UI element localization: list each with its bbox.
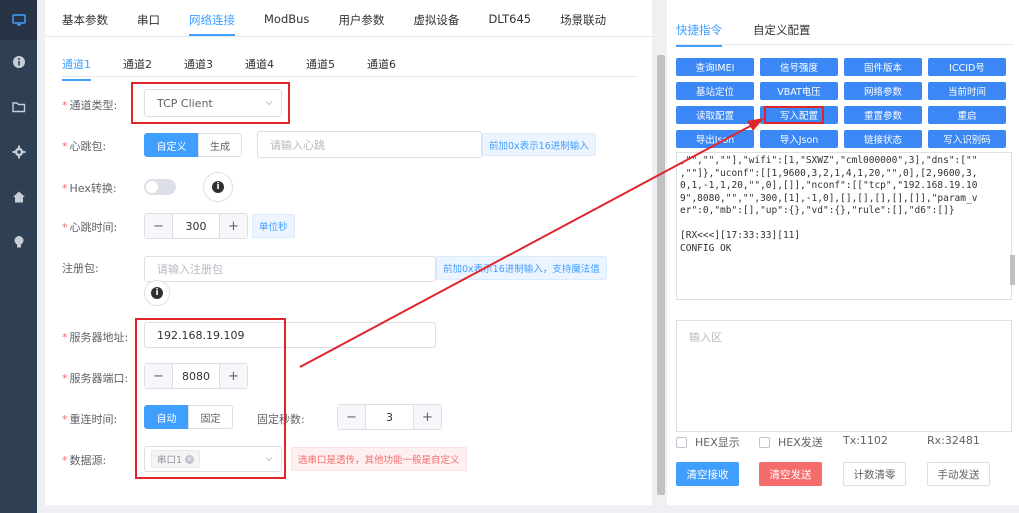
datasource-label: * 数据源: <box>62 454 107 467</box>
manual-send-button[interactable]: 手动发送 <box>927 462 990 486</box>
nav-folder[interactable] <box>0 87 37 127</box>
heartbeat-input[interactable]: 请输入心跳 <box>257 131 482 158</box>
sidebar <box>0 0 37 513</box>
heartbeat-generate-button[interactable]: 生成 <box>198 133 242 157</box>
tab-channel-5[interactable]: 通道5 <box>306 56 335 81</box>
rx-count: Rx:32481 <box>927 434 980 447</box>
heartbeat-time-stepper[interactable]: − 300 + <box>144 213 248 239</box>
reset-count-button[interactable]: 计数清零 <box>843 462 906 486</box>
divider <box>676 44 1014 45</box>
reconnect-label: * 重连时间: <box>62 413 118 426</box>
annotation-box <box>135 318 286 479</box>
hex-send-label: HEX发送 <box>778 436 823 449</box>
increment-button[interactable]: + <box>413 405 441 429</box>
fixed-seconds-value: 3 <box>386 410 393 424</box>
home-icon <box>12 191 25 203</box>
tab-dlt645[interactable]: DLT645 <box>488 12 531 36</box>
tab-user-params[interactable]: 用户参数 <box>338 12 384 36</box>
gear-icon <box>12 145 25 159</box>
cmd-reboot[interactable]: 重启 <box>928 106 1006 124</box>
top-tabs: 基本参数 串口 网络连接 ModBus 用户参数 虚拟设备 DLT645 场景联… <box>62 12 635 36</box>
tab-channel-6[interactable]: 通道6 <box>367 56 396 81</box>
increment-button[interactable]: + <box>219 214 247 238</box>
cmd-firmware-version[interactable]: 固件版本 <box>844 58 922 76</box>
cmd-iccid[interactable]: ICCID号 <box>928 58 1006 76</box>
heartbeat-custom-button[interactable]: 自定义 <box>144 133 199 157</box>
hex-info-button[interactable]: i <box>203 172 233 202</box>
monitor-icon <box>11 14 26 26</box>
config-panel: 基本参数 串口 网络连接 ModBus 用户参数 虚拟设备 DLT645 场景联… <box>45 0 652 505</box>
tab-channel-4[interactable]: 通道4 <box>245 56 274 81</box>
annotation-box <box>131 82 290 124</box>
tab-scene-linkage[interactable]: 场景联动 <box>560 12 606 36</box>
tab-modbus[interactable]: ModBus <box>264 12 309 36</box>
heartbeat-time-unit: 单位秒 <box>252 214 295 238</box>
cmd-import-json[interactable]: 导入Json <box>760 130 838 148</box>
heartbeat-time-label: * 心跳时间: <box>62 221 118 234</box>
console-output: ,"","",""],"wifi":[1,"SXWZ","cml000000",… <box>676 152 1012 300</box>
checkbox-box <box>676 436 687 448</box>
input-area[interactable]: 输入区 <box>676 320 1012 432</box>
hex-label: * Hex转换: <box>62 182 117 195</box>
nav-home[interactable] <box>0 177 37 217</box>
command-panel: 快捷指令 自定义配置 查询IMEI 信号强度 固件版本 ICCID号 基站定位 … <box>667 0 1019 505</box>
info-icon <box>12 56 25 68</box>
tab-serial[interactable]: 串口 <box>137 12 160 36</box>
cmd-cell-location[interactable]: 基站定位 <box>676 82 754 100</box>
register-input[interactable]: 请输入注册包 <box>144 256 436 282</box>
cmd-vbat-voltage[interactable]: VBAT电压 <box>760 82 838 100</box>
channel-type-label: * 通道类型: <box>62 99 118 112</box>
annotation-box <box>764 106 824 124</box>
hex-toggle[interactable] <box>144 179 176 195</box>
heartbeat-time-value: 300 <box>185 219 207 233</box>
console-scrollbar[interactable] <box>1010 255 1015 285</box>
command-grid: 查询IMEI 信号强度 固件版本 ICCID号 基站定位 VBAT电压 网络参数… <box>676 58 1006 148</box>
cmd-reset-params[interactable]: 重置参数 <box>844 106 922 124</box>
tab-virtual-device[interactable]: 虚拟设备 <box>413 12 459 36</box>
cmd-export-json[interactable]: 导出Json <box>676 130 754 148</box>
clear-receive-button[interactable]: 清空接收 <box>676 462 739 486</box>
hex-send-checkbox[interactable]: HEX发送 <box>759 434 823 450</box>
nav-info[interactable] <box>0 42 37 82</box>
clear-send-button[interactable]: 清空发送 <box>759 462 822 486</box>
nav-monitor[interactable] <box>0 0 37 40</box>
checkbox-box <box>759 436 770 448</box>
channel-tabs: 通道1 通道2 通道3 通道4 通道5 通道6 <box>62 56 428 81</box>
tab-basic-params[interactable]: 基本参数 <box>62 12 108 36</box>
heartbeat-label: * 心跳包: <box>62 140 107 153</box>
cmd-current-time[interactable]: 当前时间 <box>928 82 1006 100</box>
hex-display-checkbox[interactable]: HEX显示 <box>676 434 740 450</box>
register-tip: 前加0x表示16进制输入，支持魔法值 <box>436 256 607 280</box>
decrement-button[interactable]: − <box>338 405 366 429</box>
register-label: 注册包: <box>62 262 99 275</box>
decrement-button[interactable]: − <box>145 214 173 238</box>
heartbeat-tip: 前加0x表示16进制输入 <box>482 133 596 156</box>
cmd-network-params[interactable]: 网络参数 <box>844 82 922 100</box>
folder-icon <box>11 102 25 113</box>
nav-settings[interactable] <box>0 132 37 172</box>
cmd-signal-strength[interactable]: 信号强度 <box>760 58 838 76</box>
server-address-label: * 服务器地址: <box>62 331 129 344</box>
server-port-label: * 服务器端口: <box>62 372 129 385</box>
scrollbar-thumb[interactable] <box>657 55 665 495</box>
divider <box>45 36 652 37</box>
bulb-icon <box>14 236 23 248</box>
info-icon: i <box>212 181 224 193</box>
fixed-seconds-stepper[interactable]: − 3 + <box>337 404 442 430</box>
tab-channel-1[interactable]: 通道1 <box>62 56 91 81</box>
cmd-write-id-code[interactable]: 写入识别码 <box>928 130 1006 148</box>
cmd-link-status[interactable]: 链接状态 <box>844 130 922 148</box>
register-info-button[interactable]: i <box>144 280 170 306</box>
datasource-tip: 选串口是透传，其他功能一般是自定义 <box>291 447 467 471</box>
cmd-query-imei[interactable]: 查询IMEI <box>676 58 754 76</box>
tab-channel-2[interactable]: 通道2 <box>123 56 152 81</box>
tx-count: Tx:1102 <box>843 434 888 447</box>
cmd-read-config[interactable]: 读取配置 <box>676 106 754 124</box>
divider <box>62 76 637 77</box>
tab-network[interactable]: 网络连接 <box>189 12 235 36</box>
tab-channel-3[interactable]: 通道3 <box>184 56 213 81</box>
info-icon: i <box>151 287 163 299</box>
nav-bulb[interactable] <box>0 222 37 262</box>
hex-display-label: HEX显示 <box>695 436 740 449</box>
